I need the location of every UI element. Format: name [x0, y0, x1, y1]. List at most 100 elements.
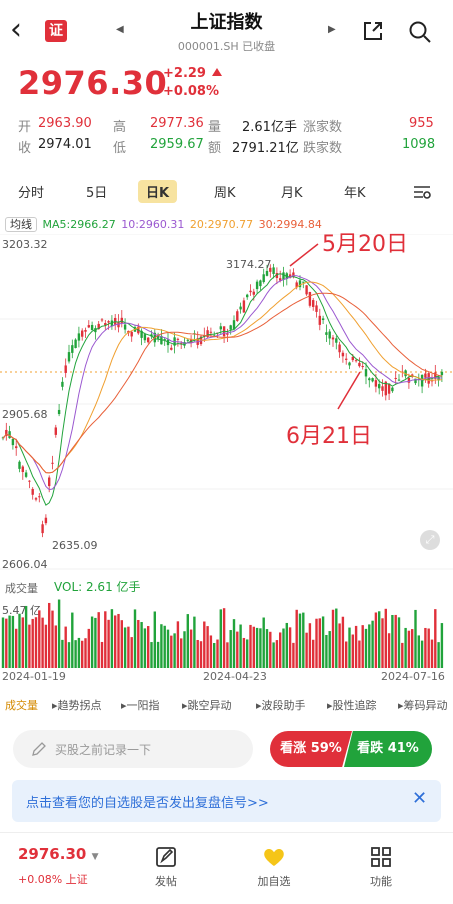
bullish-button[interactable]: 看涨 59% [270, 731, 352, 767]
candle-body [176, 338, 180, 340]
volume-bar [189, 629, 193, 668]
tab-weekly-k[interactable]: 周K [214, 182, 236, 201]
ma-toggle-button[interactable]: 均线 [5, 217, 37, 232]
candle-body [229, 325, 232, 330]
close-icon[interactable]: ✕ [412, 788, 427, 809]
volume-bar [123, 627, 127, 668]
volume-bar [57, 599, 61, 668]
candle-body [31, 488, 34, 495]
candle-body [67, 352, 71, 362]
post-label[interactable]: 发帖 [136, 873, 196, 889]
volume-bar [315, 618, 318, 668]
candle-body [143, 334, 147, 341]
candle-body [38, 496, 41, 498]
tab-intraday[interactable]: 分时 [18, 182, 44, 201]
volume-bar [186, 614, 189, 668]
add-watchlist-label[interactable]: 加自选 [244, 873, 304, 889]
volume-bar [54, 625, 57, 668]
candle-body [397, 379, 401, 381]
tool-gap[interactable]: ▸跳空异动 [182, 697, 232, 713]
ma5-value: MA5:2966.27 [42, 218, 116, 231]
volume-bar [434, 609, 437, 668]
candle-body [345, 358, 348, 360]
search-icon[interactable] [408, 20, 432, 44]
candle-body [54, 427, 57, 435]
fullscreen-icon[interactable]: ⤢ [420, 530, 440, 550]
volume-bar [285, 622, 288, 668]
volume-bar [427, 628, 430, 668]
volume-bar [305, 632, 308, 668]
candlestick-chart[interactable] [0, 234, 453, 574]
volume-bar [312, 639, 315, 668]
volume-bar [302, 612, 305, 668]
volume-bar [31, 618, 34, 668]
volume-bar [391, 615, 394, 668]
volume-bar [272, 642, 275, 668]
volume-bar [28, 624, 31, 668]
candle-body [354, 360, 358, 362]
candle-body [368, 378, 371, 381]
volume-bar [8, 615, 11, 668]
candle-body [265, 270, 269, 276]
heart-icon[interactable] [262, 845, 286, 869]
tool-volume[interactable]: 成交量 [5, 697, 38, 713]
volume-bar [11, 615, 15, 668]
volume-bar [255, 627, 259, 668]
candle-body [282, 272, 285, 280]
tool-stock-trace[interactable]: ▸股性追踪 [327, 697, 377, 713]
banner-text[interactable]: 点击查看您的自选股是否发出复盘信号>> [26, 792, 269, 811]
volume-bar [351, 634, 354, 668]
volume-bar [420, 640, 424, 668]
volume-bar [153, 611, 156, 668]
trough-label: 2635.09 [52, 539, 98, 552]
volume-bar [404, 627, 407, 668]
volume-bar [104, 611, 107, 668]
volume-bar [84, 638, 87, 668]
candle-body [338, 344, 341, 353]
volume-bar [77, 637, 81, 668]
tab-yearly-k[interactable]: 年K [344, 182, 366, 201]
tab-5day[interactable]: 5日 [86, 182, 107, 201]
candle-body [341, 352, 345, 357]
volume-bar [414, 609, 417, 668]
tool-chip[interactable]: ▸筹码异动 [398, 697, 448, 713]
function-label[interactable]: 功能 [351, 873, 411, 889]
ma30-value: 30:2994.84 [258, 218, 322, 231]
tab-daily-k[interactable]: 日K [138, 180, 178, 203]
pen-icon [32, 742, 46, 756]
candle-body [81, 330, 84, 337]
chart-settings-icon[interactable] [413, 184, 431, 200]
tool-wave[interactable]: ▸波段助手 [256, 697, 306, 713]
candle-body [209, 331, 213, 333]
volume-bar [5, 618, 8, 668]
volume-bar [354, 625, 358, 668]
volume-bar [321, 616, 325, 668]
volume-bar [440, 623, 444, 668]
volume-bar [318, 618, 321, 668]
candle-body [374, 380, 378, 387]
tool-trend-turn[interactable]: ▸趋势拐点 [52, 697, 102, 713]
note-input[interactable]: 买股之前记录一下 [13, 730, 253, 768]
volume-bar [140, 622, 143, 668]
volume-bar [90, 616, 94, 668]
review-signal-banner[interactable]: 点击查看您的自选股是否发出复盘信号>> ✕ [12, 780, 441, 822]
volume-bar [401, 642, 404, 668]
tool-yiyang[interactable]: ▸一阳指 [121, 697, 160, 713]
tab-monthly-k[interactable]: 月K [281, 182, 303, 201]
volume-bar [196, 639, 199, 668]
post-icon[interactable] [154, 845, 178, 869]
volume-bar [156, 641, 160, 668]
share-icon[interactable] [362, 20, 384, 42]
bearish-button[interactable]: 看跌 41% [344, 731, 432, 767]
volume-bar [87, 628, 90, 668]
up-triangle-icon [211, 68, 222, 76]
grid-icon[interactable] [369, 845, 393, 869]
annotation-arrow-jun21 [337, 371, 361, 410]
bottom-change: +0.08% 上证 [18, 873, 88, 886]
x-axis-mid: 2024-04-23 [203, 670, 267, 683]
volume-bar [295, 609, 298, 668]
stats-row-2: 收 2974.01 低 2959.67 额 2791.21亿 跌家数 1098 [18, 137, 436, 156]
volume-bar [216, 639, 219, 668]
candle-body [255, 281, 259, 290]
stock-code-status: 000001.SH 已收盘 [177, 40, 276, 53]
